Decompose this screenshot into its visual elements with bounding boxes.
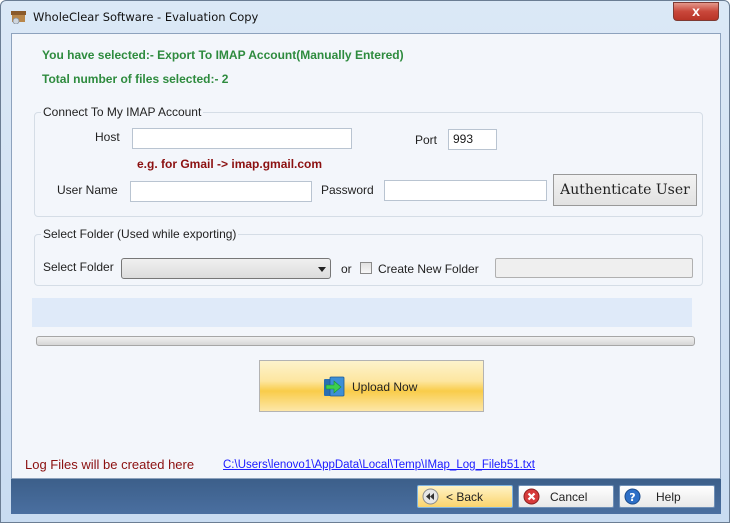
- help-icon: ?: [624, 488, 641, 505]
- cancel-button[interactable]: Cancel: [518, 485, 614, 508]
- svg-text:?: ?: [629, 491, 635, 504]
- footer-bar: < Back Cancel ? Help: [11, 479, 721, 514]
- port-input[interactable]: 993: [448, 129, 497, 150]
- total-files-text: Total number of files selected:- 2: [42, 72, 229, 86]
- cancel-label: Cancel: [550, 490, 588, 504]
- cancel-icon: [523, 488, 540, 505]
- authenticate-user-button[interactable]: Authenticate User: [553, 174, 697, 206]
- log-files-label: Log Files will be created here: [25, 457, 195, 472]
- or-label: or: [341, 262, 352, 276]
- create-new-folder-label: Create New Folder: [378, 262, 479, 276]
- back-icon: [422, 488, 439, 505]
- selected-export-text: You have selected:- Export To IMAP Accou…: [42, 48, 404, 62]
- title-bar: WholeClear Software - Evaluation Copy x: [1, 1, 729, 33]
- gmail-hint-text: e.g. for Gmail -> imap.gmail.com: [137, 157, 323, 171]
- username-input[interactable]: [130, 181, 312, 202]
- new-folder-name-input[interactable]: [495, 258, 693, 278]
- upload-icon: [324, 376, 345, 397]
- back-button[interactable]: < Back: [417, 485, 513, 508]
- select-folder-label: Select Folder: [43, 260, 114, 274]
- upload-now-button[interactable]: Upload Now: [259, 360, 484, 412]
- close-icon: x: [692, 3, 700, 19]
- username-label: User Name: [57, 183, 118, 197]
- port-label: Port: [415, 133, 438, 147]
- host-label: Host: [95, 130, 120, 144]
- back-label: < Back: [446, 490, 484, 504]
- password-input[interactable]: [384, 180, 547, 201]
- upload-now-label: Upload Now: [352, 380, 418, 394]
- help-button[interactable]: ? Help: [619, 485, 715, 508]
- main-panel: You have selected:- Export To IMAP Accou…: [11, 33, 721, 479]
- window-title: WholeClear Software - Evaluation Copy: [33, 10, 259, 24]
- log-file-path-link[interactable]: C:\Users\lenovo1\AppData\Local\Temp\IMap…: [223, 459, 535, 471]
- imap-group-legend: Connect To My IMAP Account: [41, 105, 204, 119]
- password-label: Password: [321, 183, 374, 197]
- status-panel: [32, 298, 692, 327]
- app-window: WholeClear Software - Evaluation Copy x …: [0, 0, 730, 523]
- select-folder-dropdown[interactable]: [121, 258, 331, 279]
- folder-group-legend: Select Folder (Used while exporting): [41, 227, 239, 241]
- create-new-folder-checkbox[interactable]: [360, 262, 372, 274]
- app-logo-icon: [11, 11, 26, 24]
- host-input[interactable]: [132, 128, 352, 149]
- close-button[interactable]: x: [673, 2, 719, 21]
- dropdown-arrow-icon: [318, 267, 326, 272]
- help-label: Help: [656, 490, 681, 504]
- progress-bar: [36, 336, 695, 346]
